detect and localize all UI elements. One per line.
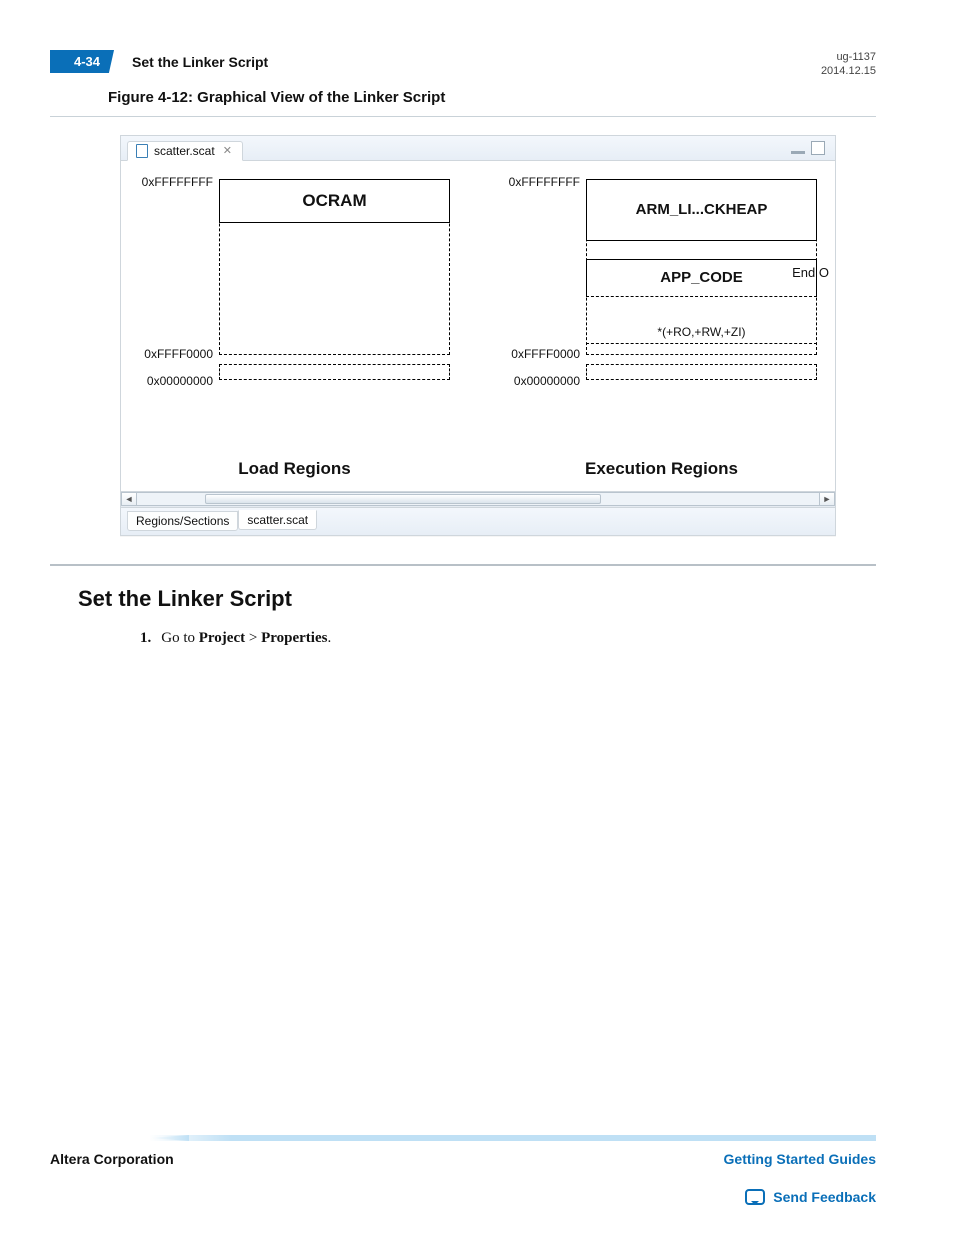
exec-region-appcode[interactable]: APP_CODE (586, 259, 817, 297)
header-right: ug-1137 2014.12.15 (821, 50, 876, 79)
exec-bottom-gap (586, 364, 817, 380)
editor-tab-scatter[interactable]: scatter.scat ✕ (127, 141, 243, 161)
load-addr-top: 0xFFFFFFFF (142, 175, 219, 189)
close-tab-icon[interactable]: ✕ (221, 144, 234, 157)
step-1: 1. Go to Project > Properties. (140, 630, 876, 647)
section-divider (50, 564, 876, 566)
maximize-icon[interactable] (811, 141, 825, 155)
figure-window: scatter.scat ✕ 0xFFFFFFFF 0xFFFF0000 0x0… (120, 135, 836, 536)
exec-appcode-label: APP_CODE (660, 269, 743, 286)
page-number-badge: 4-34 (50, 50, 114, 73)
bottom-tabbar: Regions/Sections scatter.scat (121, 507, 835, 535)
scroll-right-arrow-icon[interactable]: ► (819, 492, 835, 506)
exec-sections-desc: *(+RO,+RW,+ZI) (586, 325, 817, 339)
step-suffix: . (327, 630, 331, 646)
editor-tabbar: scatter.scat ✕ (121, 136, 835, 161)
execution-regions-column: 0xFFFFFFFF 0xFFFF0000 0x00000000 ARM_LI.… (496, 179, 827, 491)
header-left: 4-34 Set the Linker Script (50, 50, 268, 73)
step-bold-properties: Properties (261, 630, 327, 646)
exec-addr-top: 0xFFFFFFFF (509, 175, 586, 189)
scroll-thumb[interactable] (205, 494, 601, 504)
minimize-icon[interactable] (791, 151, 805, 154)
step-prefix: Go to (161, 630, 199, 646)
load-region-ocram[interactable]: OCRAM (219, 179, 450, 223)
load-bottom-gap (219, 364, 450, 380)
execution-regions-title: Execution Regions (496, 459, 827, 479)
figure-caption: Figure 4-12: Graphical View of the Linke… (108, 89, 876, 106)
file-icon (136, 144, 148, 158)
tab-regions-sections[interactable]: Regions/Sections (127, 511, 238, 531)
horizontal-scrollbar[interactable]: ◄ ► (121, 491, 835, 507)
divider (50, 116, 876, 117)
doc-id: ug-1137 (821, 50, 876, 64)
doc-date: 2014.12.15 (821, 64, 876, 78)
exec-heap-label: ARM_LI...CKHEAP (636, 201, 768, 218)
company-name: Altera Corporation (50, 1151, 174, 1167)
editor-tab-label: scatter.scat (154, 144, 215, 158)
load-addr-bot: 0x00000000 (147, 374, 219, 388)
section-heading: Set the Linker Script (78, 586, 876, 612)
footer-band (50, 1135, 876, 1141)
load-addr-mid: 0xFFFF0000 (144, 347, 219, 361)
exec-region-heap[interactable]: ARM_LI...CKHEAP (586, 179, 817, 241)
exec-mid-dash (586, 343, 817, 344)
page-header: 4-34 Set the Linker Script ug-1137 2014.… (50, 50, 876, 79)
load-regions-title: Load Regions (129, 459, 460, 479)
send-feedback-link[interactable]: Send Feedback (773, 1189, 876, 1205)
page-footer: Altera Corporation Getting Started Guide… (50, 1135, 876, 1205)
tab-scatter-file[interactable]: scatter.scat (238, 510, 317, 530)
clipped-right-label: End O (792, 265, 829, 280)
getting-started-link[interactable]: Getting Started Guides (724, 1151, 876, 1167)
step-bold-project: Project (199, 630, 245, 646)
exec-addr-mid: 0xFFFF0000 (511, 347, 586, 361)
step-text: Go to Project > Properties. (161, 630, 331, 647)
step-number: 1. (140, 630, 151, 647)
figure-canvas: 0xFFFFFFFF 0xFFFF0000 0x00000000 OCRAM L… (121, 161, 835, 491)
load-regions-column: 0xFFFFFFFF 0xFFFF0000 0x00000000 OCRAM L… (129, 179, 460, 491)
load-region-label: OCRAM (302, 191, 366, 211)
exec-addr-bot: 0x00000000 (514, 374, 586, 388)
running-title: Set the Linker Script (132, 54, 268, 70)
step-sep: > (245, 630, 261, 646)
feedback-icon (745, 1189, 765, 1205)
scroll-left-arrow-icon[interactable]: ◄ (121, 492, 137, 506)
scroll-track[interactable] (137, 492, 819, 506)
